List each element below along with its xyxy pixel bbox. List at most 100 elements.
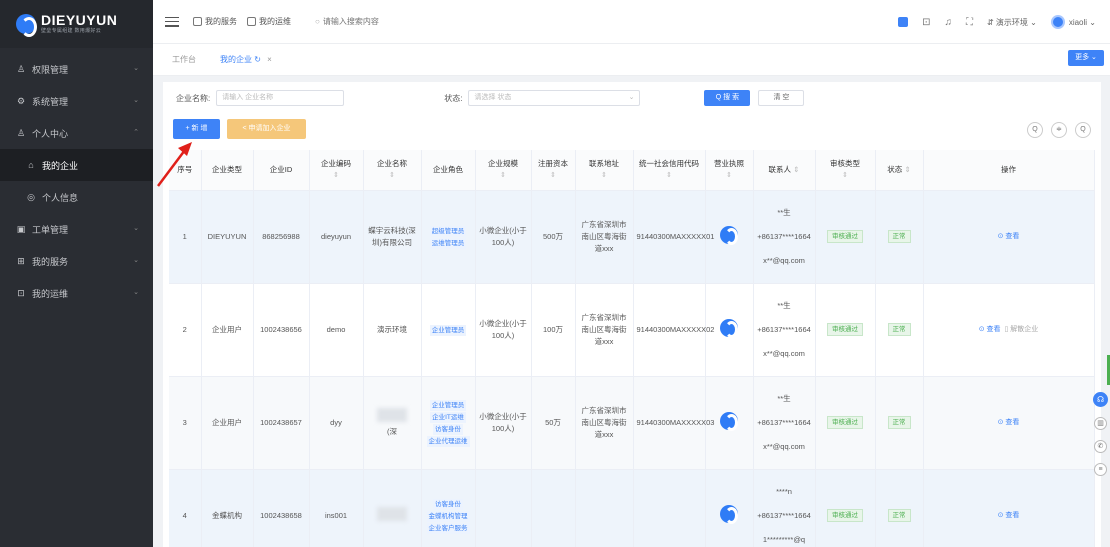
col-header[interactable]: 企业名称 ⇕ bbox=[363, 150, 422, 191]
header-nav-my-ops[interactable]: 我的运维 bbox=[247, 16, 291, 27]
header-nav-my-service[interactable]: 我的服务 bbox=[193, 16, 237, 27]
close-icon[interactable]: × bbox=[267, 55, 272, 64]
sidebar-item-permission[interactable]: ♙ 权限管理 ⌄ bbox=[0, 53, 153, 85]
headset-icon[interactable]: ☊ bbox=[1093, 392, 1108, 407]
gear-icon: ⚙ bbox=[16, 96, 26, 106]
col-label: 企业规模 bbox=[488, 158, 518, 168]
view-button[interactable]: ⊙ 查看 bbox=[998, 512, 1020, 519]
view-label: 查看 bbox=[1005, 233, 1020, 240]
chevron-down-icon: ⌄ bbox=[133, 289, 139, 296]
sidebar-item-my-company[interactable]: ⌂ 我的企业 bbox=[0, 149, 153, 181]
table-cell bbox=[705, 469, 754, 547]
user-menu[interactable]: xiaoli ⌄ bbox=[1050, 15, 1096, 29]
lock-icon[interactable]: ⊡ bbox=[922, 17, 930, 28]
business-license-icon[interactable] bbox=[718, 317, 740, 339]
dissolve-label: 解散企业 bbox=[1010, 326, 1039, 333]
role-tag: 访客身份 bbox=[433, 423, 463, 435]
add-button[interactable]: + 新 增 bbox=[173, 119, 220, 139]
table-cell: 500万 bbox=[531, 190, 576, 284]
sort-icon: ⇕ bbox=[550, 171, 556, 179]
sidebar-item-label: 系统管理 bbox=[32, 96, 69, 107]
sidebar-item-system[interactable]: ⚙ 系统管理 ⌄ bbox=[0, 85, 153, 117]
col-header[interactable]: 注册资本 ⇕ bbox=[531, 150, 576, 191]
sidebar-item-my-service[interactable]: ⊞ 我的服务 ⌄ bbox=[0, 245, 153, 277]
hamburger-icon[interactable] bbox=[165, 16, 179, 27]
table-cell: **生 +86137****1664 x**@qq.com bbox=[753, 376, 816, 470]
phone-icon[interactable]: ✆ bbox=[1094, 440, 1107, 453]
col-header[interactable]: 联系地址 ⇕ bbox=[575, 150, 634, 191]
table-cell: DIEYUYUN bbox=[201, 190, 254, 284]
redacted-name bbox=[377, 506, 407, 521]
sort-icon: ⇕ bbox=[601, 171, 607, 179]
col-header[interactable]: 联系人 ⇕ bbox=[753, 150, 816, 191]
dissolve-button[interactable]: ▯ 解散企业 bbox=[1005, 326, 1039, 333]
header-search-input[interactable] bbox=[322, 17, 503, 26]
role-tag: 企业代理运维 bbox=[426, 435, 470, 447]
env-switcher[interactable]: ⇵ 演示环境 ⌄ bbox=[987, 17, 1037, 28]
col-header[interactable]: 审核类型 ⇕ bbox=[815, 150, 876, 191]
view-label: 查看 bbox=[1005, 419, 1020, 426]
view-button[interactable]: ⊙ 查看 bbox=[998, 419, 1020, 426]
table-cell: 1002438658 bbox=[253, 469, 310, 547]
table-cell: (深 bbox=[363, 376, 422, 470]
col-header: 企业角色 bbox=[421, 150, 476, 191]
filter-icon[interactable]: Q bbox=[1075, 122, 1091, 138]
col-header[interactable]: 企业编码 ⇕ bbox=[309, 150, 364, 191]
table-row[interactable]: 2 企业用户 1002438656 demo 演示环境 企业管理员 小微企业(小于100人)… bbox=[169, 283, 1095, 377]
column-settings-icon[interactable]: ≑ bbox=[1051, 122, 1067, 138]
join-company-button[interactable]: < 申请加入企业 bbox=[227, 119, 306, 139]
company-name: 蝶宇云科技(深圳)有限公司 bbox=[368, 225, 416, 247]
business-license-icon[interactable] bbox=[718, 503, 740, 525]
sidebar-item-ticket[interactable]: ▣ 工单管理 ⌄ bbox=[0, 213, 153, 245]
search-button[interactable]: Q 搜 索 bbox=[704, 90, 751, 106]
view-button[interactable]: ⊙ 查看 bbox=[998, 233, 1020, 240]
business-license-icon[interactable] bbox=[718, 410, 740, 432]
menu-icon[interactable]: ≡ bbox=[1094, 463, 1107, 476]
col-header[interactable]: 统一社会信用代码 ⇕ bbox=[633, 150, 706, 191]
company-table: 序号 企业类型 企业ID 企业编码 ⇕ 企业名称 ⇕ 企业角色 企业规模 ⇕ 注册资本… bbox=[169, 150, 1095, 547]
table-cell: 小微企业(小于100人) bbox=[475, 376, 532, 470]
sidebar-item-label: 权限管理 bbox=[32, 64, 69, 75]
contact-address: 广东省深圳市南山区粤海街道xxx bbox=[581, 312, 627, 346]
table-row[interactable]: 4 金蝶机构 1002438658 ins001 访客身份 金蝶机构管理 企业客户服务 ***… bbox=[169, 469, 1095, 547]
company-name-input[interactable]: 请输入 企业名称 bbox=[216, 90, 345, 106]
col-header[interactable]: 营业执照 ⇕ bbox=[705, 150, 754, 191]
tab-workbench[interactable]: 工作台 bbox=[172, 54, 196, 65]
row-number: 2 bbox=[182, 324, 187, 334]
registered-capital: 500万 bbox=[542, 231, 563, 241]
sort-icon: ⇕ bbox=[666, 171, 672, 179]
sidebar-item-label: 个人中心 bbox=[32, 128, 69, 139]
header-right: ⊡ ♫ ⛶ ⇵ 演示环境 ⌄ xiaoli ⌄ bbox=[898, 0, 1096, 44]
refresh-icon[interactable]: ↻ bbox=[254, 55, 261, 64]
box-icon: ⊡ bbox=[17, 288, 25, 298]
company-id: 1002438656 bbox=[260, 324, 302, 334]
company-scale: 小微企业(小于100人) bbox=[479, 318, 527, 340]
chevron-down-icon: ⌄ bbox=[133, 65, 139, 72]
table-cell: 100万 bbox=[531, 283, 576, 377]
business-license-icon[interactable] bbox=[718, 224, 740, 246]
col-header[interactable]: 企业规模 ⇕ bbox=[475, 150, 532, 191]
search-icon[interactable]: Q bbox=[1027, 122, 1043, 138]
name-label: 企业名称: bbox=[176, 93, 211, 103]
bell-icon[interactable]: ♫ bbox=[944, 17, 952, 28]
logo[interactable]: DIEYUYUN 壁垒专属组建 数用爆好云 bbox=[0, 0, 153, 48]
clear-button[interactable]: 清 空 bbox=[758, 90, 805, 106]
app-square-icon[interactable] bbox=[898, 17, 909, 27]
book-icon[interactable]: ▥ bbox=[1094, 417, 1107, 430]
sidebar-item-personal-center[interactable]: ♙ 个人中心 ⌃ bbox=[0, 117, 153, 149]
sidebar-item-my-ops[interactable]: ⊡ 我的运维 ⌄ bbox=[0, 277, 153, 309]
table-row[interactable]: 3 企业用户 1002438657 dyy (深 企业管理员 企业IT运维 访客身份 企业代理运… bbox=[169, 376, 1095, 470]
status-select[interactable]: 请选择 状态 ⌄ bbox=[468, 90, 641, 106]
table-cell bbox=[475, 469, 532, 547]
sort-icon: ⇕ bbox=[842, 171, 848, 179]
annotation-arrow bbox=[157, 142, 192, 187]
more-button[interactable]: 更多 ⌄ bbox=[1068, 50, 1104, 66]
view-button[interactable]: ⊙ 查看 bbox=[979, 326, 1001, 333]
tab-my-company[interactable]: 我的企业 ↻ × bbox=[220, 54, 272, 65]
table-row[interactable]: 1 DIEYUYUN 868256988 dieyuyun 蝶宇云科技(深圳)有限公司超… bbox=[169, 190, 1095, 284]
role-tag: 企业管理员 bbox=[429, 324, 467, 336]
registered-capital: 100万 bbox=[542, 324, 563, 334]
col-header[interactable]: 状态 ⇕ bbox=[875, 150, 924, 191]
sidebar-item-personal-info[interactable]: ◎ 个人信息 bbox=[0, 181, 153, 213]
fullscreen-icon[interactable]: ⛶ bbox=[966, 17, 973, 28]
